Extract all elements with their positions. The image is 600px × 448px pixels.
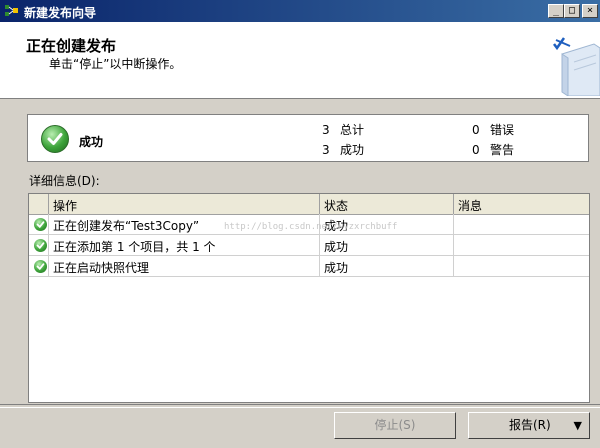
stat-error-count: 0 [472, 123, 480, 137]
window-title: 新建发布向导 [24, 6, 97, 20]
table-row[interactable]: 正在添加第 1 个项目，共 1 个 成功 [29, 235, 589, 256]
grid-header-action[interactable]: 操作 [49, 194, 320, 214]
stat-success-label: 成功 [340, 143, 365, 157]
row-icon-cell [29, 235, 49, 256]
title-bar[interactable]: 新建发布向导 _ □ × [0, 0, 600, 22]
stop-button[interactable]: 停止(S) [334, 412, 456, 439]
stat-total-count: 3 [322, 123, 330, 137]
row-icon-cell [29, 214, 49, 235]
stat-warning-count: 0 [472, 143, 480, 157]
stat-error: 0 错误 [472, 121, 514, 138]
success-check-icon [34, 260, 47, 273]
grid-header-message[interactable]: 消息 [454, 194, 589, 214]
grid-header-icon-column[interactable] [29, 194, 49, 214]
row-message-cell [454, 256, 589, 277]
stat-warning-label: 警告 [490, 143, 515, 157]
grid-header-status[interactable]: 状态 [320, 194, 454, 214]
stat-warning: 0 警告 [472, 141, 514, 158]
summary-status-text: 成功 [79, 135, 104, 149]
page-title: 正在创建发布 [26, 37, 117, 55]
stat-total-label: 总计 [340, 123, 365, 137]
row-status-cell: 成功 [320, 256, 454, 277]
row-action-cell: 正在添加第 1 个项目，共 1 个 [49, 235, 320, 256]
success-check-icon [41, 125, 69, 153]
row-message-cell [454, 235, 589, 256]
stat-total: 3 总计 [322, 121, 364, 138]
wizard-window: 新建发布向导 _ □ × 正在创建发布 单击“停止”以中断操作。 成功 3 总计… [0, 0, 600, 448]
stat-error-label: 错误 [490, 123, 515, 137]
details-label: 详细信息(D): [29, 174, 100, 188]
success-check-icon [34, 218, 47, 231]
minimize-button[interactable]: _ [548, 4, 564, 18]
row-status-cell: 成功 [320, 235, 454, 256]
stat-success-count: 3 [322, 143, 330, 157]
grid-header-row: 操作 状态 消息 [29, 194, 589, 215]
row-action-cell: 正在启动快照代理 [49, 256, 320, 277]
maximize-button[interactable]: □ [564, 4, 580, 18]
report-button[interactable]: 报告(R) ▼ [468, 412, 590, 439]
dropdown-arrow-icon[interactable]: ▼ [574, 413, 582, 438]
success-check-icon [34, 239, 47, 252]
close-button[interactable]: × [582, 4, 598, 18]
watermark-text: http://blog.csdn.net/wyzxrchbuff [224, 222, 398, 232]
report-button-label: 报告(R) [509, 418, 551, 432]
wizard-app-icon [4, 3, 20, 19]
stat-success: 3 成功 [322, 141, 364, 158]
page-subtitle: 单击“停止”以中断操作。 [49, 57, 182, 71]
wizard-header: 正在创建发布 单击“停止”以中断操作。 [0, 22, 600, 99]
summary-panel: 成功 3 总计 3 成功 0 错误 0 警告 [27, 114, 589, 162]
table-row[interactable]: 正在启动快照代理 成功 [29, 256, 589, 277]
row-message-cell [454, 214, 589, 235]
row-icon-cell [29, 256, 49, 277]
bottom-divider [0, 404, 600, 408]
wizard-book-icon [544, 30, 600, 97]
